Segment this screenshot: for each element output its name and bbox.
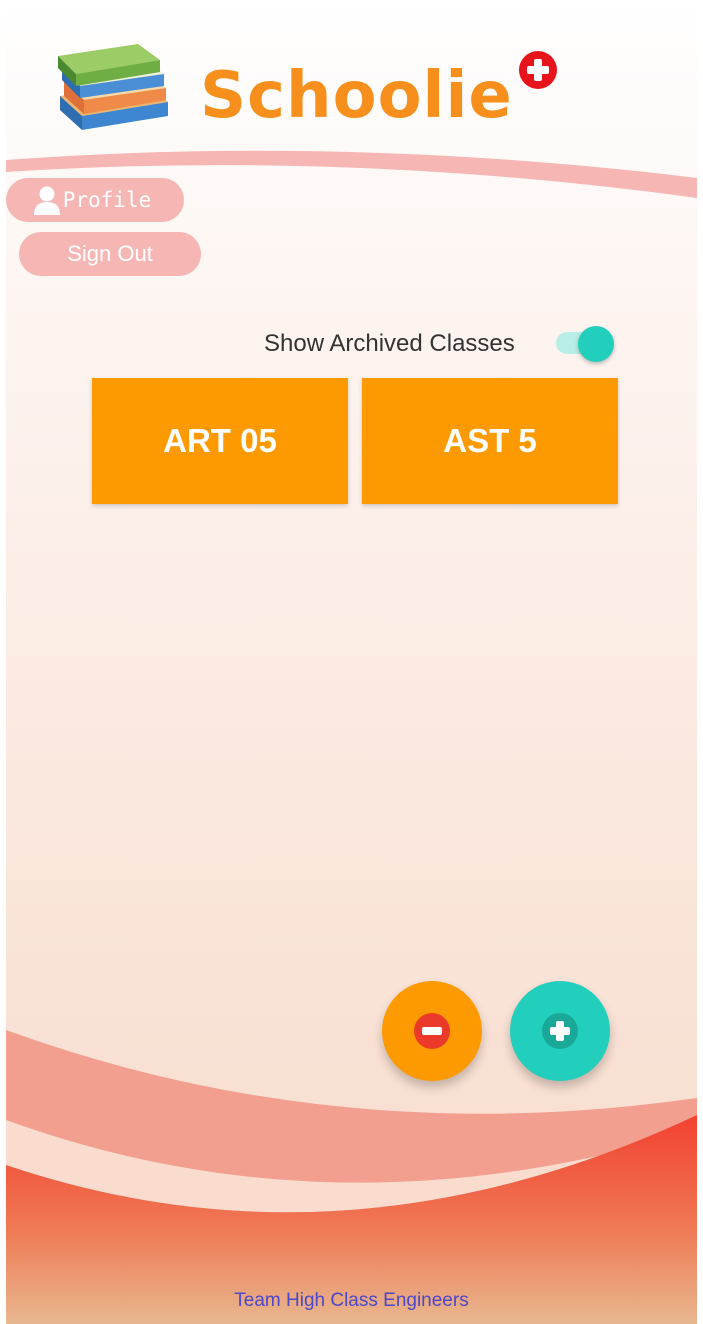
person-icon <box>33 186 60 215</box>
app-screen: Schoolie Profile Sign Out Show Archived … <box>6 0 697 1324</box>
sign-out-label: Sign Out <box>67 241 153 266</box>
archived-toggle-label: Show Archived Classes <box>264 330 515 357</box>
books-stack-icon <box>58 44 168 130</box>
class-tile-label: AST 5 <box>443 422 537 459</box>
remove-class-button[interactable] <box>382 981 482 1081</box>
footer-credit: Team High Class Engineers <box>234 1290 469 1311</box>
plus-circle-icon <box>519 51 557 89</box>
profile-label: Profile <box>62 188 152 212</box>
archived-toggle-knob[interactable] <box>578 326 614 362</box>
class-tile[interactable]: AST 5 <box>362 378 618 504</box>
class-tile[interactable]: ART 05 <box>92 378 348 504</box>
profile-button[interactable]: Profile <box>6 178 184 222</box>
sign-out-button[interactable]: Sign Out <box>19 232 201 276</box>
app-title: Schoolie <box>200 59 513 133</box>
add-class-button[interactable] <box>510 981 610 1081</box>
class-tile-label: ART 05 <box>163 422 277 459</box>
minus-circle-icon <box>414 1013 450 1049</box>
plus-circle-icon <box>542 1013 578 1049</box>
